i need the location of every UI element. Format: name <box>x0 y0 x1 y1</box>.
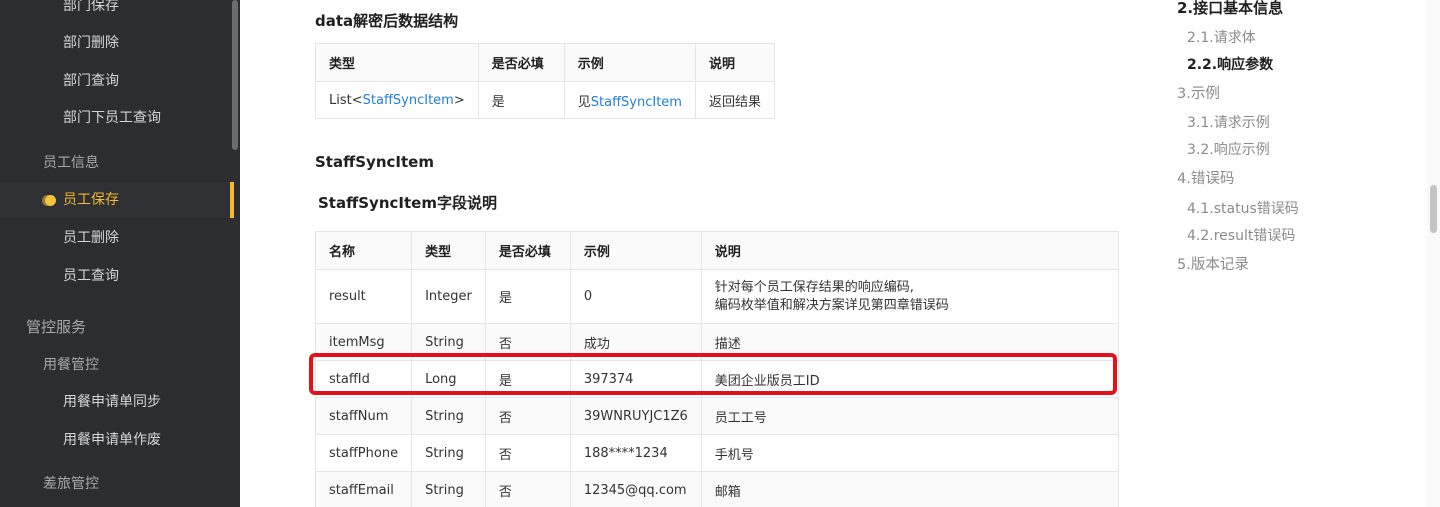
sidebar-group-staff-info[interactable]: 员工信息 <box>0 145 234 181</box>
table-cell-name: result <box>314 269 413 324</box>
sidebar-item-staff-delete[interactable]: 员工删除 <box>0 220 234 256</box>
toc-item-error-codes[interactable]: 4.错误码 <box>1177 167 1234 188</box>
section-title-data-structure: data解密后数据结构 <box>315 12 459 30</box>
desc-line: 编码枚举值和解决方案详见第四章错误码 <box>714 297 949 313</box>
sidebar-item-dept-query[interactable]: 部门查询 <box>0 63 234 99</box>
table-cell-desc: 邮箱 <box>700 471 1119 507</box>
table-row: staffEmail String 否 12345@qq.com 邮箱 <box>314 471 1119 507</box>
table-cell-desc: 手机号 <box>700 434 1119 472</box>
table-header: 类型 <box>315 43 479 82</box>
table-cell-example: 39WNRUYJC1Z6 <box>569 397 702 435</box>
example-prefix: 见 <box>577 94 591 110</box>
section-title-field-desc: StaffSyncItem字段说明 <box>318 194 497 212</box>
table-row: List<StaffSyncItem> 是 见StaffSyncItem 返回结… <box>315 81 775 119</box>
section-title-staffsyncitem: StaffSyncItem <box>315 153 434 171</box>
table-cell-example: 188****1234 <box>569 434 702 472</box>
table-cell-type: String <box>411 434 486 472</box>
table-cell-required: 否 <box>484 471 571 507</box>
sidebar-item-meal-sync[interactable]: 用餐申请单同步 <box>0 384 234 420</box>
sidebar-item-meal-cancel[interactable]: 用餐申请单作废 <box>0 422 234 458</box>
sidebar-section-control[interactable]: 管控服务 <box>0 309 234 345</box>
table-cell-name: staffEmail <box>314 471 413 507</box>
toc-item-request-example[interactable]: 3.1.请求示例 <box>1187 112 1270 132</box>
sidebar-group-travel-control[interactable]: 差旅管控 <box>0 466 234 502</box>
table-cell-required: 否 <box>484 397 571 435</box>
table-header-row: 名称 类型 是否必填 示例 说明 <box>314 231 1119 270</box>
table-header: 说明 <box>700 231 1119 270</box>
table-cell-required: 否 <box>484 434 571 472</box>
table-cell-type: String <box>411 471 486 507</box>
page-scrollbar[interactable] <box>1427 0 1440 507</box>
table-cell-name: staffNum <box>314 397 413 435</box>
table-cell-type: Integer <box>411 269 486 324</box>
table-header: 示例 <box>569 231 702 270</box>
toc-item-status-error-codes[interactable]: 4.1.status错误码 <box>1187 198 1299 218</box>
sidebar-item-dept-staff-query[interactable]: 部门下员工查询 <box>0 100 234 136</box>
toc-item-response-params[interactable]: 2.2.响应参数 <box>1187 54 1273 74</box>
toc-item-result-error-codes[interactable]: 4.2.result错误码 <box>1187 225 1295 245</box>
table-cell-example: 12345@qq.com <box>569 471 702 507</box>
sidebar-item-label: 员工保存 <box>63 192 119 208</box>
annotation-highlight-box <box>309 353 1117 395</box>
type-prefix: List< <box>329 92 363 108</box>
table-row: staffNum String 否 39WNRUYJC1Z6 员工工号 <box>314 397 1119 435</box>
table-header: 说明 <box>694 43 775 82</box>
sidebar-item-dept-delete[interactable]: 部门删除 <box>0 25 234 61</box>
table-header: 名称 <box>314 231 413 270</box>
active-dot-icon <box>45 195 56 206</box>
sidebar-item-dept-save[interactable]: 部门保存 <box>0 0 234 24</box>
sidebar: 部门保存 部门删除 部门查询 部门下员工查询 员工信息 员工保存 员工删除 员工… <box>0 0 240 507</box>
staffsyncitem-link[interactable]: StaffSyncItem <box>363 93 454 108</box>
table-header: 是否必填 <box>484 231 571 270</box>
table-cell-desc: 针对每个员工保存结果的响应编码, 编码枚举值和解决方案详见第四章错误码 <box>700 269 1119 324</box>
toc-item-examples[interactable]: 3.示例 <box>1177 82 1220 103</box>
table-cell-example: 0 <box>569 269 702 324</box>
table-cell-required: 是 <box>484 269 571 324</box>
toc-item-interface-info[interactable]: 2.接口基本信息 <box>1177 0 1283 18</box>
table-cell-desc: 返回结果 <box>694 81 775 119</box>
sidebar-group-meal-control[interactable]: 用餐管控 <box>0 347 234 383</box>
page-scrollbar-thumb[interactable] <box>1430 185 1437 233</box>
toc-item-response-example[interactable]: 3.2.响应示例 <box>1187 139 1270 159</box>
desc-line: 针对每个员工保存结果的响应编码, <box>714 279 914 295</box>
table-cell-type: List<StaffSyncItem> <box>315 81 479 119</box>
sidebar-item-staff-query[interactable]: 员工查询 <box>0 258 234 294</box>
type-suffix: > <box>453 92 465 108</box>
table-cell-type: String <box>411 397 486 435</box>
data-structure-table: 类型 是否必填 示例 说明 List<StaffSyncItem> 是 见Sta… <box>315 43 775 119</box>
table-header-row: 类型 是否必填 示例 说明 <box>315 43 775 82</box>
table-header: 示例 <box>563 43 696 82</box>
table-cell-name: staffPhone <box>314 434 413 472</box>
table-cell-required: 是 <box>477 81 565 119</box>
toc-item-version-history[interactable]: 5.版本记录 <box>1177 253 1249 274</box>
table-header: 类型 <box>411 231 486 270</box>
table-cell-desc: 员工工号 <box>700 397 1119 435</box>
table-row: staffPhone String 否 188****1234 手机号 <box>314 434 1119 472</box>
table-cell-example: 见StaffSyncItem <box>563 81 696 119</box>
staffsyncitem-link[interactable]: StaffSyncItem <box>591 95 682 110</box>
sidebar-item-staff-save[interactable]: 员工保存 <box>0 182 234 218</box>
table-header: 是否必填 <box>477 43 565 82</box>
table-row: result Integer 是 0 针对每个员工保存结果的响应编码, 编码枚举… <box>314 269 1119 324</box>
toc-item-request-body[interactable]: 2.1.请求体 <box>1187 27 1256 47</box>
